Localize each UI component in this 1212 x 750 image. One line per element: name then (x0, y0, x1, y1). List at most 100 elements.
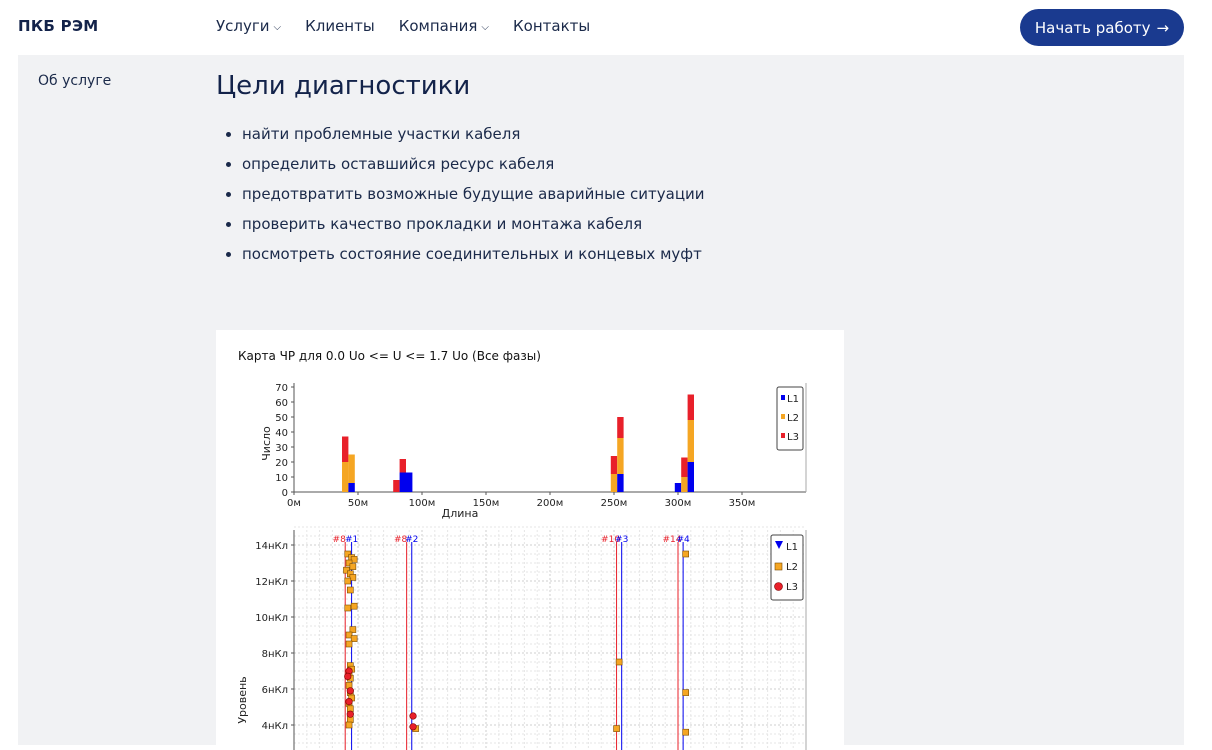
y-tick-label: 50 (275, 413, 288, 424)
start-work-button[interactable]: Начать работу → (1020, 9, 1184, 46)
y-tick-label: 60 (275, 398, 288, 409)
list-item: найти проблемные участки кабеля (242, 125, 705, 155)
page-title: Цели диагностики (216, 71, 471, 101)
histogram-bar-L3 (342, 436, 349, 462)
point-L2 (347, 586, 354, 594)
y-axis-label: Число (260, 426, 273, 461)
point-L2 (349, 626, 357, 633)
pd-chart: Карта ЧР для 0.0 Uo <= U <= 1.7 Uo (Все … (236, 349, 807, 750)
histogram-bar-L1 (348, 483, 355, 492)
menu-item-services[interactable]: Услуги ⌵ (216, 17, 281, 35)
point-L2 (349, 563, 357, 570)
y-tick-label: 40 (275, 428, 288, 439)
histogram-bar-L2 (342, 462, 349, 492)
marker-label: #4 (676, 535, 690, 545)
y-tick-label: 30 (275, 443, 288, 454)
histogram-bar-L3 (399, 459, 406, 473)
goals-list: найти проблемные участки кабеля определи… (224, 125, 705, 275)
marker-label: #2 (405, 535, 418, 545)
x-tick-label: 100м (409, 498, 436, 509)
point-L2 (344, 577, 352, 585)
y-tick-label: 6нКл (262, 685, 288, 696)
y-axis-label: Уровень (236, 676, 249, 723)
point-L3 (345, 698, 353, 706)
legend-label: L3 (786, 582, 798, 593)
histogram-bar-L2 (348, 454, 355, 483)
start-work-label: Начать работу (1034, 18, 1151, 37)
menu-item-label: Компания (398, 17, 478, 35)
menu-item-clients[interactable]: Клиенты (305, 17, 375, 35)
arrow-right-icon: → (1156, 18, 1170, 37)
y-tick-label: 10 (275, 473, 288, 484)
point-L2 (344, 604, 352, 612)
histogram-bar-L2 (617, 438, 624, 474)
content-panel: Об услуге Цели диагностики найти проблем… (18, 55, 1184, 750)
menu-item-contacts[interactable]: Контакты (513, 17, 590, 35)
point-L3 (409, 723, 417, 731)
x-tick-label: 350м (729, 498, 756, 509)
legend-label: L2 (786, 562, 798, 573)
y-tick-label: 4нКл (262, 721, 288, 732)
top-navigation: ПКБ РЭМ Услуги ⌵ Клиенты Компания ⌵ Конт… (0, 0, 1212, 55)
histogram-bar-L1 (687, 462, 694, 492)
legend-label: L1 (786, 542, 798, 553)
point-L2 (615, 658, 623, 666)
x-tick-label: 250м (601, 498, 628, 509)
legend-label: L3 (787, 432, 799, 443)
histogram-bar-L3 (393, 480, 400, 492)
list-item: проверить качество прокладки и монтажа к… (242, 215, 705, 245)
menu-item-label: Контакты (513, 17, 591, 35)
y-tick-label: 14нКл (255, 541, 288, 552)
histogram-bar-L2 (687, 420, 694, 462)
marker-label: #3 (615, 535, 628, 545)
histogram-bar-L2 (681, 477, 688, 492)
x-axis-label: Длина (442, 507, 479, 520)
point-L3 (346, 710, 354, 718)
y-tick-label: 10нКл (255, 613, 288, 624)
point-L2 (682, 728, 689, 736)
x-tick-label: 0м (287, 498, 301, 509)
legend-swatch (781, 395, 785, 400)
x-tick-label: 50м (348, 498, 368, 509)
histogram-bar-L3 (610, 456, 618, 474)
x-tick-label: 200м (537, 498, 564, 509)
marker-label: #1 (345, 535, 358, 545)
chart-title: Карта ЧР для 0.0 Uo <= U <= 1.7 Uo (Все … (238, 349, 541, 363)
chevron-down-icon: ⌵ (481, 21, 490, 33)
y-tick-label: 12нКл (255, 577, 288, 588)
point-L2 (682, 550, 689, 558)
point-L2 (345, 640, 353, 648)
histogram-bar-L3 (687, 394, 694, 420)
y-tick-label: 20 (275, 458, 288, 469)
legend-swatch (781, 414, 785, 419)
list-item: определить оставшийся ресурс кабеля (242, 155, 705, 185)
legend-swatch (781, 433, 785, 438)
menu-item-company[interactable]: Компания ⌵ (399, 17, 489, 35)
legend-label: L2 (787, 413, 799, 424)
histogram-bar-L1 (399, 472, 406, 492)
legend-swatch (774, 562, 783, 571)
logo[interactable]: ПКБ РЭМ (18, 17, 99, 35)
point-L2 (682, 689, 689, 696)
x-tick-label: 300м (665, 498, 692, 509)
point-L3 (344, 672, 352, 681)
menu-item-label: Услуги (216, 17, 270, 35)
menu-item-label: Клиенты (305, 17, 375, 35)
histogram-bar-L2 (610, 474, 618, 492)
sidebar-link-about[interactable]: Об услуге (38, 73, 111, 89)
list-item: посмотреть состояние соединительных и ко… (242, 245, 705, 275)
point-L2 (345, 721, 353, 729)
chevron-down-icon: ⌵ (273, 21, 282, 33)
point-L3 (346, 687, 354, 695)
histogram-bar-L1 (617, 474, 624, 492)
point-L2 (350, 602, 358, 610)
histogram-bar-L1 (674, 483, 682, 492)
pd-chart-image: Карта ЧР для 0.0 Uo <= U <= 1.7 Uo (Все … (216, 330, 844, 750)
y-tick-label: 70 (275, 383, 288, 394)
point-L2 (613, 725, 620, 732)
legend-swatch (774, 582, 783, 591)
point-L2 (350, 635, 358, 642)
histogram-bar-L3 (617, 417, 624, 438)
histogram-bar-L1 (406, 472, 413, 492)
point-L3 (409, 712, 417, 720)
